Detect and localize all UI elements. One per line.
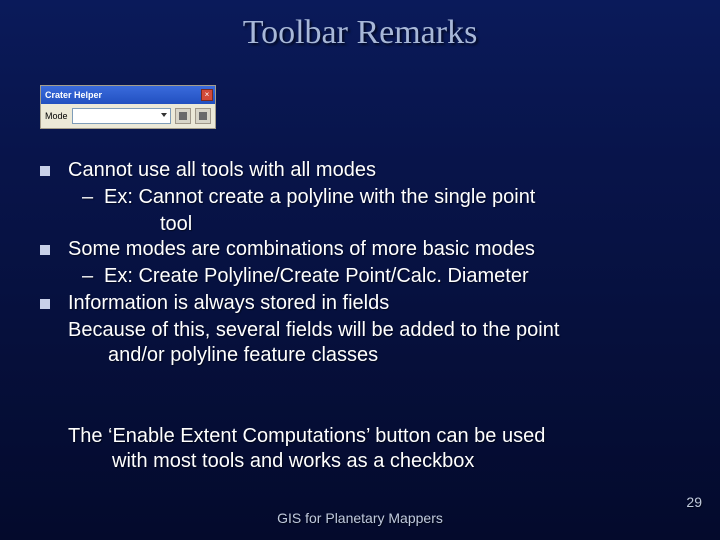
content-block: Cannot use all tools with all modes – Ex… <box>40 158 690 368</box>
bullet-item: Information is always stored in fields <box>40 291 690 316</box>
bullet-text: Information is always stored in fields <box>68 291 389 316</box>
note-text: The ‘Enable Extent Computations’ button … <box>68 424 690 449</box>
tool-icon <box>195 108 211 124</box>
tool-icon <box>175 108 191 124</box>
dash-icon: – <box>82 264 104 289</box>
footer-text: GIS for Planetary Mappers <box>0 510 720 526</box>
sub-bullet-text: Ex: Cannot create a polyline with the si… <box>104 185 535 210</box>
square-bullet-icon <box>40 158 68 183</box>
toolbar-mode-label: Mode <box>45 111 68 121</box>
note-continuation: with most tools and works as a checkbox <box>68 449 690 474</box>
close-icon: × <box>201 89 213 101</box>
page-number: 29 <box>686 494 702 510</box>
sub-bullet-continuation: tool <box>40 212 690 237</box>
bullet-item: Some modes are combinations of more basi… <box>40 237 690 262</box>
toolbar-screenshot: Crater Helper × Mode <box>40 85 216 129</box>
toolbar-titlebar: Crater Helper × <box>41 86 215 104</box>
toolbar-window-title: Crater Helper <box>45 90 102 100</box>
mode-dropdown <box>72 108 171 124</box>
bullet-body-continuation: and/or polyline feature classes <box>40 343 690 368</box>
note-block: The ‘Enable Extent Computations’ button … <box>68 424 690 474</box>
bullet-text: Cannot use all tools with all modes <box>68 158 376 183</box>
bullet-item: Cannot use all tools with all modes <box>40 158 690 183</box>
square-bullet-icon <box>40 291 68 316</box>
bullet-body-text: Because of this, several fields will be … <box>40 318 690 343</box>
toolbar-body: Mode <box>41 104 215 128</box>
bullet-text: Some modes are combinations of more basi… <box>68 237 535 262</box>
slide-title: Toolbar Remarks <box>0 14 720 52</box>
sub-bullet-item: – Ex: Cannot create a polyline with the … <box>40 185 690 210</box>
dash-icon: – <box>82 185 104 210</box>
slide: Toolbar Remarks Crater Helper × Mode Can… <box>0 0 720 540</box>
square-bullet-icon <box>40 237 68 262</box>
sub-bullet-text: Ex: Create Polyline/Create Point/Calc. D… <box>104 264 529 289</box>
sub-bullet-item: – Ex: Create Polyline/Create Point/Calc.… <box>40 264 690 289</box>
